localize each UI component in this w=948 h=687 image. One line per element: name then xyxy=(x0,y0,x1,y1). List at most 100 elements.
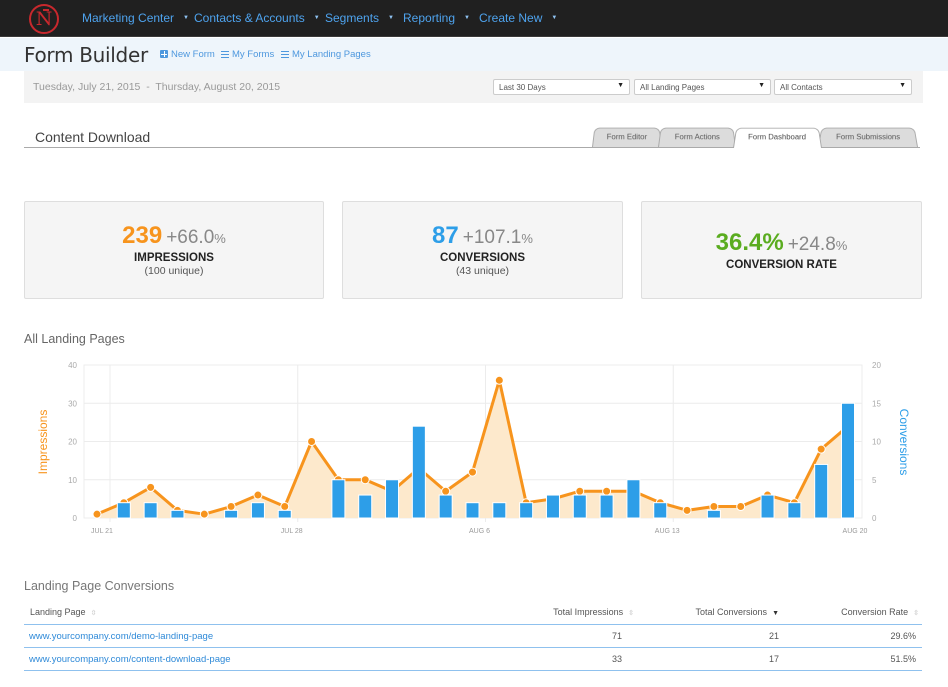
nav-marketing-center[interactable]: Marketing Center ▼ xyxy=(82,11,189,25)
y-right-tick-label: 15 xyxy=(872,399,881,408)
table-row: www.yourcompany.com/content-download-pag… xyxy=(24,648,922,671)
conversions-bar xyxy=(599,494,614,519)
impressions-point xyxy=(92,509,102,519)
col-label: Total Impressions xyxy=(553,607,624,617)
nav-label: Contacts & Accounts xyxy=(194,11,305,25)
impressions-values: 239 +66.0% xyxy=(25,222,323,250)
delta-value: +66.0 xyxy=(166,227,215,248)
conversion-rate-label: CONVERSION RATE xyxy=(726,259,837,271)
y-left-tick-label: 0 xyxy=(73,514,78,523)
tab-label: Form Submissions xyxy=(835,132,901,142)
select-value: All Contacts xyxy=(780,83,823,92)
y-left-tick-label: 10 xyxy=(68,476,77,485)
table-header-row: Landing Page ⇳ Total Impressions ⇳ Total C… xyxy=(24,601,922,625)
col-conversion-rate[interactable]: Conversion Rate ⇳ xyxy=(841,607,919,617)
y-left-tick-label: 20 xyxy=(68,438,77,447)
rate-values: 36.4% +24.8% xyxy=(642,229,921,257)
impressions-point xyxy=(360,475,370,485)
my-forms-link[interactable]: My Forms xyxy=(221,49,274,60)
x-tick-label: JUL 28 xyxy=(281,528,303,535)
new-form-link[interactable]: New Form xyxy=(160,49,215,60)
impressions-card: 239 +66.0% IMPRESSIONS (100 unique) xyxy=(24,201,324,299)
impressions-point xyxy=(709,502,719,512)
conversions-cell: 17 xyxy=(768,654,779,664)
conversions-bar xyxy=(411,425,426,519)
conversions-values: 87 +107.1% xyxy=(343,222,622,250)
x-tick-label: AUG 6 xyxy=(469,528,490,535)
conversions-bar xyxy=(653,502,668,519)
table-title: Landing Page Conversions xyxy=(24,579,175,593)
impressions-point xyxy=(816,444,826,454)
period-select[interactable]: Last 30 Days ▼ xyxy=(493,79,630,95)
impressions-point xyxy=(736,502,746,512)
chart-title: All Landing Pages xyxy=(24,332,125,346)
impressions-point xyxy=(253,490,263,500)
caret-down-icon: ▼ xyxy=(388,15,394,21)
my-landing-pages-link[interactable]: My Landing Pages xyxy=(281,49,371,60)
conversions-bar xyxy=(841,402,855,519)
conversion-rate-value: 36.4% xyxy=(715,229,784,256)
nav-contacts-accounts[interactable]: Contacts & Accounts ▼ xyxy=(194,11,320,25)
contacts-select[interactable]: All Contacts ▼ xyxy=(774,79,912,95)
select-value: All Landing Pages xyxy=(640,83,705,92)
y-right-tick-label: 10 xyxy=(872,438,881,447)
brand-logo[interactable]: N xyxy=(29,4,59,34)
plus-square-icon xyxy=(160,50,168,58)
impressions-unique: (100 unique) xyxy=(144,265,204,277)
nav-label: Marketing Center xyxy=(82,11,175,25)
impressions-point xyxy=(468,467,477,477)
y-left-tick-label: 30 xyxy=(68,399,77,408)
caret-down-icon: ▼ xyxy=(899,82,906,89)
x-tick-label: AUG 20 xyxy=(843,528,868,535)
nav-reporting[interactable]: Reporting ▼ xyxy=(403,11,470,25)
impressions-delta: +66.0% xyxy=(166,227,226,248)
impressions-area xyxy=(97,380,848,518)
tab-label: Form Dashboard xyxy=(748,132,807,142)
conversions-unique: (43 unique) xyxy=(455,265,510,277)
landing-page-link[interactable]: www.yourcompany.com/content-download-pag… xyxy=(29,654,231,665)
y-left-axis-title: Impressions xyxy=(36,410,50,475)
conversions-cell: 21 xyxy=(768,631,779,641)
col-landing-page[interactable]: Landing Page ⇳ xyxy=(30,607,96,617)
date-range: Tuesday, July 21, 2015 - Thursday, Augus… xyxy=(33,81,281,93)
conversions-bar xyxy=(438,494,453,519)
col-label: Conversion Rate xyxy=(841,607,909,617)
delta-value: +107.1 xyxy=(462,227,522,248)
conversions-bar xyxy=(465,502,480,519)
landing-page-link[interactable]: www.yourcompany.com/demo-landing-page xyxy=(29,631,213,642)
tab-form-editor[interactable]: Form Editor xyxy=(592,127,662,147)
nav-label: Create New xyxy=(479,11,543,25)
conversions-bar xyxy=(385,479,400,519)
table-row: www.yourcompany.com/demo-landing-page 71… xyxy=(24,625,922,648)
conversions-count: 87 xyxy=(432,222,459,249)
impressions-point xyxy=(682,505,692,515)
conversions-bar xyxy=(143,502,158,519)
nav-create-new[interactable]: Create New ▼ xyxy=(479,11,557,25)
col-total-impressions[interactable]: Total Impressions ⇳ xyxy=(553,607,634,617)
impressions-point xyxy=(494,375,504,385)
conversions-bar xyxy=(277,509,292,519)
y-right-axis-title: Conversions xyxy=(897,409,911,476)
conversions-delta: +107.1% xyxy=(463,227,533,248)
rate-cell: 29.6% xyxy=(890,631,916,641)
landing-pages-select[interactable]: All Landing Pages ▼ xyxy=(634,79,771,95)
landing-page-conversions-table: Landing Page ⇳ Total Impressions ⇳ Total C… xyxy=(24,601,922,671)
sort-desc-icon: ▼ xyxy=(772,610,779,617)
impressions-point xyxy=(199,509,209,519)
sort-icon: ⇳ xyxy=(913,610,919,617)
list-icon xyxy=(221,51,229,58)
top-nav: N Marketing Center ▼ Contacts & Accounts ▼… xyxy=(0,0,948,37)
tab-form-submissions[interactable]: Form Submissions xyxy=(818,127,918,147)
caret-down-icon: ▼ xyxy=(313,15,320,21)
percent-sign: % xyxy=(835,238,848,253)
y-left-tick-label: 40 xyxy=(68,361,77,370)
link-label: My Forms xyxy=(232,49,275,60)
tab-form-dashboard[interactable]: Form Dashboard xyxy=(733,127,822,148)
col-label: Total Conversions xyxy=(695,607,768,617)
col-total-conversions[interactable]: Total Conversions ▼ xyxy=(696,607,779,617)
nav-segments[interactable]: Segments ▼ xyxy=(325,11,394,25)
x-tick-label: JUL 21 xyxy=(91,528,113,535)
link-label: My Landing Pages xyxy=(292,49,371,60)
tab-form-actions[interactable]: Form Actions xyxy=(658,127,736,147)
impressions-point xyxy=(602,486,612,496)
